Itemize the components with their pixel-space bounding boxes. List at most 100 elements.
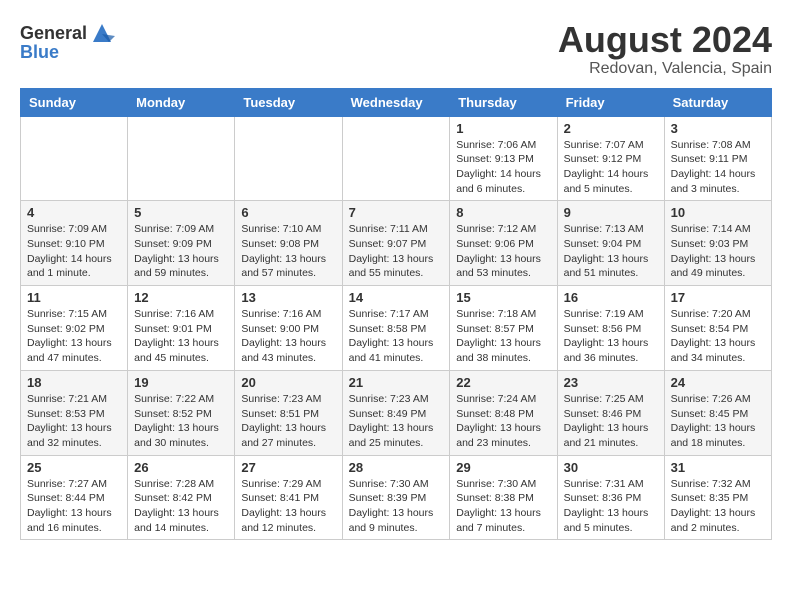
calendar-week-row: 25 Sunrise: 7:27 AMSunset: 8:44 PMDayligh…: [21, 455, 772, 540]
logo-icon: [89, 20, 115, 46]
day-number: 5: [134, 205, 228, 220]
calendar-cell: 14Sunrise: 7:17 AMSunset: 8:58 PMDayligh…: [342, 286, 450, 371]
calendar-cell: 9 Sunrise: 7:13 AMSunset: 9:04 PMDaylight…: [557, 201, 664, 286]
day-info: Sunrise: 7:11 AMSunset: 9:07 PMDaylight:…: [349, 222, 444, 281]
day-number: 2: [564, 121, 658, 136]
day-number: 11: [27, 290, 121, 305]
calendar-cell: 1Sunrise: 7:06 AMSunset: 9:13 PMDaylight…: [450, 116, 557, 201]
day-info: Sunrise: 7:16 AMSunset: 9:01 PMDaylight:…: [134, 307, 228, 366]
day-number: 15: [456, 290, 550, 305]
day-info: Sunrise: 7:18 AMSunset: 8:57 PMDaylight:…: [456, 307, 550, 366]
calendar-week-row: 4 Sunrise: 7:09 AMSunset: 9:10 PMDaylight…: [21, 201, 772, 286]
day-info: Sunrise: 7:27 AMSunset: 8:44 PMDaylight:…: [27, 477, 121, 536]
calendar-cell: 22 Sunrise: 7:24 AMSunset: 8:48 PMDayligh…: [450, 370, 557, 455]
day-info: Sunrise: 7:26 AMSunset: 8:45 PMDaylight:…: [671, 392, 765, 451]
day-number: 16: [564, 290, 658, 305]
day-number: 23: [564, 375, 658, 390]
logo-general: General: [20, 23, 87, 44]
day-info: Sunrise: 7:14 AMSunset: 9:03 PMDaylight:…: [671, 222, 765, 281]
day-number: 29: [456, 460, 550, 475]
day-info: Sunrise: 7:21 AMSunset: 8:53 PMDaylight:…: [27, 392, 121, 451]
day-number: 20: [241, 375, 335, 390]
calendar-cell: 19 Sunrise: 7:22 AMSunset: 8:52 PMDayligh…: [128, 370, 235, 455]
calendar-cell: 24Sunrise: 7:26 AMSunset: 8:45 PMDayligh…: [664, 370, 771, 455]
logo: General Blue: [20, 20, 115, 63]
calendar-cell: 21 Sunrise: 7:23 AMSunset: 8:49 PMDayligh…: [342, 370, 450, 455]
day-number: 19: [134, 375, 228, 390]
day-number: 22: [456, 375, 550, 390]
day-number: 12: [134, 290, 228, 305]
day-info: Sunrise: 7:31 AMSunset: 8:36 PMDaylight:…: [564, 477, 658, 536]
calendar-cell: 6Sunrise: 7:10 AMSunset: 9:08 PMDaylight…: [235, 201, 342, 286]
calendar-cell: 8Sunrise: 7:12 AMSunset: 9:06 PMDaylight…: [450, 201, 557, 286]
calendar-cell: 11 Sunrise: 7:15 AMSunset: 9:02 PMDayligh…: [21, 286, 128, 371]
weekday-header-saturday: Saturday: [664, 88, 771, 116]
calendar-cell: 27Sunrise: 7:29 AMSunset: 8:41 PMDayligh…: [235, 455, 342, 540]
weekday-header-sunday: Sunday: [21, 88, 128, 116]
calendar-cell: 3 Sunrise: 7:08 AMSunset: 9:11 PMDaylight…: [664, 116, 771, 201]
calendar-cell: [235, 116, 342, 201]
day-info: Sunrise: 7:25 AMSunset: 8:46 PMDaylight:…: [564, 392, 658, 451]
calendar-week-row: 11 Sunrise: 7:15 AMSunset: 9:02 PMDayligh…: [21, 286, 772, 371]
weekday-header-monday: Monday: [128, 88, 235, 116]
title-block: August 2024 Redovan, Valencia, Spain: [558, 20, 772, 78]
day-number: 4: [27, 205, 121, 220]
day-info: Sunrise: 7:17 AMSunset: 8:58 PMDaylight:…: [349, 307, 444, 366]
calendar-cell: 28Sunrise: 7:30 AMSunset: 8:39 PMDayligh…: [342, 455, 450, 540]
day-number: 3: [671, 121, 765, 136]
day-info: Sunrise: 7:08 AMSunset: 9:11 PMDaylight:…: [671, 138, 765, 197]
day-info: Sunrise: 7:20 AMSunset: 8:54 PMDaylight:…: [671, 307, 765, 366]
day-info: Sunrise: 7:22 AMSunset: 8:52 PMDaylight:…: [134, 392, 228, 451]
calendar-cell: [342, 116, 450, 201]
day-number: 27: [241, 460, 335, 475]
calendar-cell: 30Sunrise: 7:31 AMSunset: 8:36 PMDayligh…: [557, 455, 664, 540]
day-number: 1: [456, 121, 550, 136]
weekday-header-wednesday: Wednesday: [342, 88, 450, 116]
day-number: 26: [134, 460, 228, 475]
calendar-cell: 18Sunrise: 7:21 AMSunset: 8:53 PMDayligh…: [21, 370, 128, 455]
day-info: Sunrise: 7:16 AMSunset: 9:00 PMDaylight:…: [241, 307, 335, 366]
calendar-cell: 5 Sunrise: 7:09 AMSunset: 9:09 PMDaylight…: [128, 201, 235, 286]
calendar-cell: 10 Sunrise: 7:14 AMSunset: 9:03 PMDayligh…: [664, 201, 771, 286]
calendar-cell: 26 Sunrise: 7:28 AMSunset: 8:42 PMDayligh…: [128, 455, 235, 540]
day-info: Sunrise: 7:07 AMSunset: 9:12 PMDaylight:…: [564, 138, 658, 197]
weekday-header-friday: Friday: [557, 88, 664, 116]
calendar-cell: 23 Sunrise: 7:25 AMSunset: 8:46 PMDayligh…: [557, 370, 664, 455]
calendar-cell: 16 Sunrise: 7:19 AMSunset: 8:56 PMDayligh…: [557, 286, 664, 371]
day-number: 6: [241, 205, 335, 220]
weekday-header-thursday: Thursday: [450, 88, 557, 116]
calendar-cell: 2 Sunrise: 7:07 AMSunset: 9:12 PMDaylight…: [557, 116, 664, 201]
day-info: Sunrise: 7:19 AMSunset: 8:56 PMDaylight:…: [564, 307, 658, 366]
day-info: Sunrise: 7:23 AMSunset: 8:51 PMDaylight:…: [241, 392, 335, 451]
day-number: 10: [671, 205, 765, 220]
day-info: Sunrise: 7:09 AMSunset: 9:10 PMDaylight:…: [27, 222, 121, 281]
calendar-cell: 7 Sunrise: 7:11 AMSunset: 9:07 PMDaylight…: [342, 201, 450, 286]
calendar-cell: 4 Sunrise: 7:09 AMSunset: 9:10 PMDaylight…: [21, 201, 128, 286]
day-info: Sunrise: 7:28 AMSunset: 8:42 PMDaylight:…: [134, 477, 228, 536]
day-info: Sunrise: 7:09 AMSunset: 9:09 PMDaylight:…: [134, 222, 228, 281]
day-number: 25: [27, 460, 121, 475]
calendar-cell: [21, 116, 128, 201]
calendar-cell: 29 Sunrise: 7:30 AMSunset: 8:38 PMDayligh…: [450, 455, 557, 540]
calendar-cell: 25 Sunrise: 7:27 AMSunset: 8:44 PMDayligh…: [21, 455, 128, 540]
calendar-table: SundayMondayTuesdayWednesdayThursdayFrid…: [20, 88, 772, 541]
day-number: 17: [671, 290, 765, 305]
day-number: 7: [349, 205, 444, 220]
day-number: 21: [349, 375, 444, 390]
calendar-cell: 12 Sunrise: 7:16 AMSunset: 9:01 PMDayligh…: [128, 286, 235, 371]
day-info: Sunrise: 7:15 AMSunset: 9:02 PMDaylight:…: [27, 307, 121, 366]
day-info: Sunrise: 7:24 AMSunset: 8:48 PMDaylight:…: [456, 392, 550, 451]
weekday-header-tuesday: Tuesday: [235, 88, 342, 116]
calendar-week-row: 1Sunrise: 7:06 AMSunset: 9:13 PMDaylight…: [21, 116, 772, 201]
day-number: 9: [564, 205, 658, 220]
day-info: Sunrise: 7:23 AMSunset: 8:49 PMDaylight:…: [349, 392, 444, 451]
day-info: Sunrise: 7:12 AMSunset: 9:06 PMDaylight:…: [456, 222, 550, 281]
month-year-title: August 2024: [558, 20, 772, 60]
calendar-cell: 15 Sunrise: 7:18 AMSunset: 8:57 PMDayligh…: [450, 286, 557, 371]
calendar-cell: 13 Sunrise: 7:16 AMSunset: 9:00 PMDayligh…: [235, 286, 342, 371]
day-info: Sunrise: 7:30 AMSunset: 8:38 PMDaylight:…: [456, 477, 550, 536]
day-number: 13: [241, 290, 335, 305]
day-number: 28: [349, 460, 444, 475]
day-info: Sunrise: 7:13 AMSunset: 9:04 PMDaylight:…: [564, 222, 658, 281]
day-info: Sunrise: 7:32 AMSunset: 8:35 PMDaylight:…: [671, 477, 765, 536]
